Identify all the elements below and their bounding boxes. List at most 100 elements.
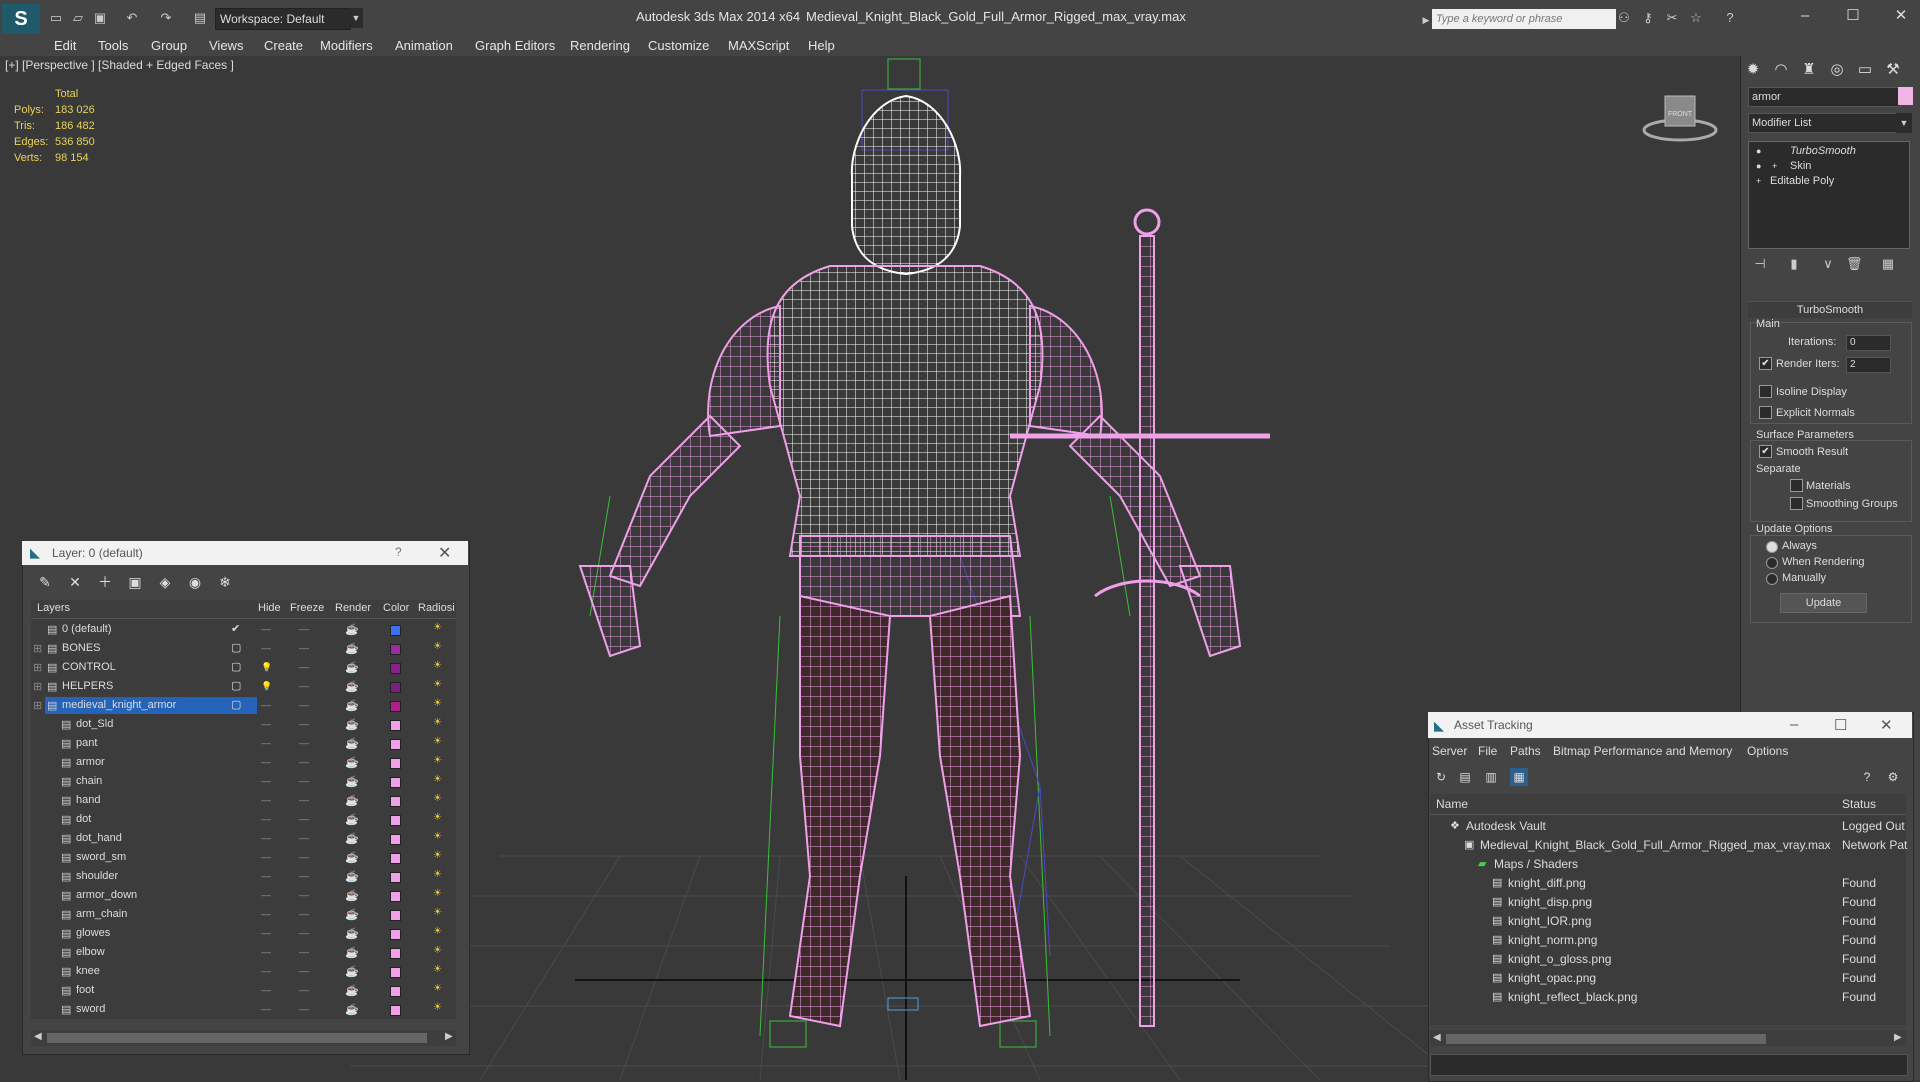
scroll-right-icon[interactable]: ▶ [445, 1031, 453, 1042]
radiosity-icon[interactable]: ☀ [433, 983, 442, 994]
radiosity-icon[interactable]: ☀ [433, 907, 442, 918]
hidden-bulb-icon[interactable]: 💡 [261, 681, 272, 692]
layer-row[interactable]: ⊞ ▤ HELPERS ▢ 💡 –– ☕ ☀ [31, 678, 456, 697]
freeze-toggle[interactable]: –– [299, 928, 309, 938]
hide-toggle[interactable]: –– [261, 833, 271, 843]
hide-toggle[interactable]: –– [261, 795, 271, 805]
menu-animation[interactable]: Animation [395, 38, 453, 53]
hide-toggle[interactable]: –– [261, 776, 271, 786]
freeze-toggle[interactable]: –– [299, 700, 309, 710]
freeze-toggle[interactable]: –– [299, 738, 309, 748]
stack-item-skin[interactable]: Skin [1790, 160, 1811, 172]
table-view-icon[interactable]: ▦ [1510, 768, 1528, 786]
scroll-left-icon[interactable]: ◀ [1433, 1032, 1441, 1043]
freeze-toggle[interactable]: –– [299, 757, 309, 767]
render-teapot-icon[interactable]: ☕ [345, 946, 359, 959]
freeze-all-icon[interactable]: ❄ [216, 573, 234, 591]
render-teapot-icon[interactable]: ☕ [345, 889, 359, 902]
layer-row[interactable]: ▤ shoulder –– –– ☕ ☀ [31, 868, 456, 887]
render-teapot-icon[interactable]: ☕ [345, 623, 359, 636]
menu-maxscript[interactable]: MAXScript [728, 38, 789, 53]
close-button[interactable]: ✕ [1880, 716, 1893, 734]
render-teapot-icon[interactable]: ☕ [345, 813, 359, 826]
hide-toggle[interactable]: –– [261, 852, 271, 862]
project-folder-icon[interactable]: ▤ [192, 10, 208, 26]
hide-all-icon[interactable]: ◉ [186, 573, 204, 591]
freeze-toggle[interactable]: –– [299, 795, 309, 805]
hide-toggle[interactable]: –– [261, 947, 271, 957]
turbosmooth-rollout-header[interactable]: TurboSmooth [1748, 301, 1912, 318]
menu-group[interactable]: Group [151, 38, 187, 53]
col-hide[interactable]: Hide [258, 602, 281, 614]
render-teapot-icon[interactable]: ☕ [345, 756, 359, 769]
menu-edit[interactable]: Edit [54, 38, 76, 53]
make-unique-icon[interactable]: ∨ [1820, 256, 1836, 272]
freeze-toggle[interactable]: –– [299, 776, 309, 786]
render-teapot-icon[interactable]: ☕ [345, 699, 359, 712]
layer-row[interactable]: ▤ dot_Sld –– –– ☕ ☀ [31, 716, 456, 735]
hide-toggle[interactable]: –– [261, 966, 271, 976]
render-teapot-icon[interactable]: ☕ [345, 661, 359, 674]
radiosity-icon[interactable]: ☀ [433, 888, 442, 899]
motion-tab-icon[interactable]: ◎ [1826, 59, 1848, 81]
utilities-tab-icon[interactable]: ⚒ [1882, 59, 1904, 81]
menu-graph-editors[interactable]: Graph Editors [475, 38, 555, 53]
binoculars-icon[interactable]: ⚇ [1616, 10, 1632, 26]
layer-row[interactable]: ▤ arm_chain –– –– ☕ ☀ [31, 906, 456, 925]
radiosity-icon[interactable]: ☀ [433, 698, 442, 709]
freeze-toggle[interactable]: –– [299, 1004, 309, 1014]
key-icon[interactable]: ⚷ [1640, 10, 1656, 26]
col-freeze[interactable]: Freeze [290, 602, 324, 614]
layer-color-swatch[interactable] [390, 948, 401, 959]
render-teapot-icon[interactable]: ☕ [345, 965, 359, 978]
list-view-icon[interactable]: ▤ [1456, 768, 1474, 786]
layer-row[interactable]: ▤ glowes –– –– ☕ ☀ [31, 925, 456, 944]
hidden-bulb-icon[interactable]: 💡 [261, 662, 272, 673]
layer-color-swatch[interactable] [390, 834, 401, 845]
radiosity-icon[interactable]: ☀ [433, 736, 442, 747]
render-teapot-icon[interactable]: ☕ [345, 870, 359, 883]
object-name-field[interactable]: armor [1748, 87, 1901, 107]
radiosity-icon[interactable]: ☀ [433, 926, 442, 937]
radiosity-icon[interactable]: ☀ [433, 679, 442, 690]
scrollbar-thumb[interactable] [1446, 1034, 1766, 1044]
layer-row[interactable]: ▤ armor –– –– ☕ ☀ [31, 754, 456, 773]
menu-modifiers[interactable]: Modifiers [320, 38, 373, 53]
freeze-toggle[interactable]: –– [299, 947, 309, 957]
close-button[interactable]: ✕ [1886, 6, 1916, 26]
close-icon[interactable]: ✕ [438, 543, 451, 563]
hide-toggle[interactable]: –– [261, 700, 271, 710]
radiosity-icon[interactable]: ☀ [433, 717, 442, 728]
freeze-toggle[interactable]: –– [299, 966, 309, 976]
radiosity-icon[interactable]: ☀ [433, 945, 442, 956]
hide-toggle[interactable]: –– [261, 814, 271, 824]
layer-color-swatch[interactable] [390, 986, 401, 997]
pin-stack-icon[interactable]: ⊣ [1752, 256, 1768, 272]
hierarchy-tab-icon[interactable]: ♜ [1798, 59, 1820, 81]
asset-name[interactable]: knight_diff.png [1508, 876, 1586, 890]
stack-item-turbosmooth[interactable]: TurboSmooth [1790, 145, 1856, 157]
hide-toggle[interactable]: –– [261, 1004, 271, 1014]
layer-color-swatch[interactable] [390, 1005, 401, 1016]
render-teapot-icon[interactable]: ☕ [345, 642, 359, 655]
asset-menu-bitmap-performance[interactable]: Bitmap Performance and Memory [1553, 744, 1732, 758]
layer-color-swatch[interactable] [390, 891, 401, 902]
asset-menu-options[interactable]: Options [1747, 744, 1788, 758]
star-icon[interactable]: ☆ [1688, 10, 1704, 26]
set-current-checkbox[interactable]: ▢ [231, 679, 241, 692]
always-radio[interactable] [1766, 541, 1778, 553]
maximize-button[interactable]: ☐ [1838, 6, 1868, 26]
modifier-list-dropdown[interactable]: Modifier List [1748, 113, 1901, 133]
search-input[interactable]: Type a keyword or phrase [1432, 9, 1616, 29]
layer-color-swatch[interactable] [390, 796, 401, 807]
layer-row[interactable]: ▤ pant –– –– ☕ ☀ [31, 735, 456, 754]
layer-color-swatch[interactable] [390, 910, 401, 921]
render-teapot-icon[interactable]: ☕ [345, 775, 359, 788]
delete-layer-icon[interactable]: ✕ [66, 573, 84, 591]
app-logo-icon[interactable]: S [2, 4, 40, 34]
col-color[interactable]: Color [383, 602, 409, 614]
freeze-toggle[interactable]: –– [299, 985, 309, 995]
help-icon[interactable]: ? [1722, 10, 1738, 26]
asset-name[interactable]: knight_o_gloss.png [1508, 952, 1611, 966]
expand-icon[interactable]: ⊞ [33, 642, 42, 655]
